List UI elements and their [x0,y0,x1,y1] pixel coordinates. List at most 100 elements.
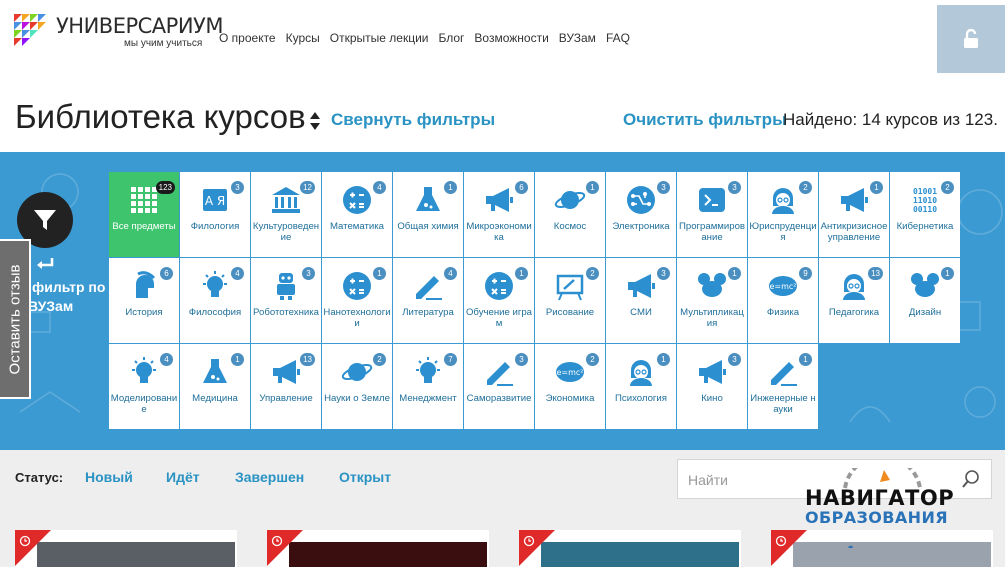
clear-filters-link[interactable]: Очистить фильтры [623,110,787,130]
subject-tile[interactable]: Литература 4 [393,258,463,343]
subject-label: Психология [615,393,667,404]
sort-arrows-icon[interactable] [309,110,321,132]
status-option-ongoing[interactable]: Идёт [166,469,200,485]
subject-tile[interactable]: Антикризисное управление 1 [819,172,889,257]
subject-tile[interactable]: Микроэкономика 6 [464,172,534,257]
subject-count-badge: 3 [657,181,670,194]
subject-count-badge: 4 [373,181,386,194]
subject-tile[interactable]: Космос 1 [535,172,605,257]
subject-label: Управление [259,393,313,404]
course-thumbnail [289,542,487,567]
subject-tile[interactable]: История 6 [109,258,179,343]
subject-label: Менеджмент [399,393,457,404]
subject-count-badge: 1 [941,267,954,280]
subject-label: Общая химия [397,221,459,232]
subject-tile[interactable]: Кино 3 [677,344,747,429]
easel-icon [554,270,586,302]
subject-tile[interactable]: Робототехника 3 [251,258,321,343]
subject-tile[interactable]: Моделирование 4 [109,344,179,429]
museum-icon [270,184,302,216]
subject-tile[interactable]: e=mc² Экономика 2 [535,344,605,429]
subject-tile[interactable]: СМИ 3 [606,258,676,343]
subject-tile[interactable]: e=mc² Физика 9 [748,258,818,343]
planet-icon [554,184,586,216]
subject-tile[interactable]: Культуроведение 12 [251,172,321,257]
filter-by-university-label[interactable]: фильтр по ВУЗам [28,278,108,316]
lock-open-icon [964,29,978,48]
subject-tile[interactable]: Медицина 1 [180,344,250,429]
subject-label: СМИ [630,307,652,318]
status-option-finished[interactable]: Завершен [235,469,304,485]
login-button[interactable] [937,5,1005,73]
subject-label: Дизайн [908,307,942,318]
pen-icon [412,270,444,302]
subject-count-badge: 13 [868,267,883,280]
subject-label: Космос [553,221,587,232]
filter-label-line2: ВУЗам [28,298,74,314]
robot-icon [270,270,302,302]
subject-tile[interactable]: Электроника 3 [606,172,676,257]
subject-tile[interactable]: Мультипликация 1 [677,258,747,343]
subject-tile[interactable]: Нанотехнологии 1 [322,258,392,343]
subject-label: Науки о Земле [324,393,390,404]
subject-tile[interactable]: Науки о Земле 2 [322,344,392,429]
feedback-tab[interactable]: Оставить отзыв [0,239,31,399]
status-option-open[interactable]: Открыт [339,469,391,485]
subject-label: Философия [188,307,242,318]
subject-count-badge: 6 [515,181,528,194]
svg-text:e=mc²: e=mc² [769,282,796,291]
subject-label: Моделирование [110,393,178,415]
lightbulb-icon [412,356,444,388]
nav-item-universities[interactable]: ВУЗам [559,31,596,45]
subject-tile[interactable]: Менеджмент 7 [393,344,463,429]
subject-tile[interactable]: Философия 4 [180,258,250,343]
subject-tile[interactable]: Обучение играм 1 [464,258,534,343]
subject-tile[interactable]: Рисование 2 [535,258,605,343]
collapse-filters-link[interactable]: Свернуть фильтры [331,110,495,130]
subject-count-badge: 3 [657,267,670,280]
subject-tile[interactable]: Педагогика 13 [819,258,889,343]
subject-tile[interactable]: Программирование 3 [677,172,747,257]
course-card[interactable] [15,530,237,567]
site-logo[interactable]: УНИВЕРСАРИУМ мы учим учиться [14,14,223,54]
subject-label: Саморазвитие [466,393,532,404]
nav-item-features[interactable]: Возможности [474,31,548,45]
subject-tile[interactable]: Дизайн 1 [890,258,960,343]
subject-tile[interactable]: Управление 13 [251,344,321,429]
megaphone-icon [483,184,515,216]
course-card[interactable] [519,530,741,567]
nav-item-open-lectures[interactable]: Открытые лекции [330,31,429,45]
subject-tile[interactable]: 01001 11010 00110 Кибернетика 2 [890,172,960,257]
subject-tile[interactable]: Психология 1 [606,344,676,429]
nav-item-about[interactable]: О проекте [219,31,276,45]
subject-tile[interactable]: Саморазвитие 3 [464,344,534,429]
subject-count-badge: 1 [515,267,528,280]
nav-item-courses[interactable]: Курсы [286,31,320,45]
subject-label: Медицина [192,393,238,404]
subject-count-badge: 1 [728,267,741,280]
svg-text:00110: 00110 [913,205,937,214]
subject-label: История [125,307,163,318]
nav-item-faq[interactable]: FAQ [606,31,630,45]
terminal-icon [696,184,728,216]
megaphone-icon [270,356,302,388]
subject-tile[interactable]: Инженерные науки 1 [748,344,818,429]
subject-tile[interactable]: Все предметы 123 [109,172,179,257]
feedback-label: Оставить отзыв [6,264,24,374]
course-thumbnail [541,542,739,567]
subject-label: Кино [701,393,723,404]
subject-count-badge: 9 [799,267,812,280]
subject-tile[interactable]: Юриспруденция 2 [748,172,818,257]
flask-icon [412,184,444,216]
watermark-line1: НАВИГАТОР [805,486,955,510]
subject-tile[interactable]: А Я Филология 3 [180,172,250,257]
status-option-new[interactable]: Новый [85,469,133,485]
course-card[interactable] [267,530,489,567]
subject-tile[interactable]: Общая химия 1 [393,172,463,257]
course-thumbnail [37,542,235,567]
subject-count-badge: 2 [941,181,954,194]
nav-item-blog[interactable]: Блог [438,31,464,45]
main-nav: О проекте Курсы Открытые лекции Блог Воз… [219,31,630,45]
subject-count-badge: 3 [231,181,244,194]
subject-tile[interactable]: Математика 4 [322,172,392,257]
